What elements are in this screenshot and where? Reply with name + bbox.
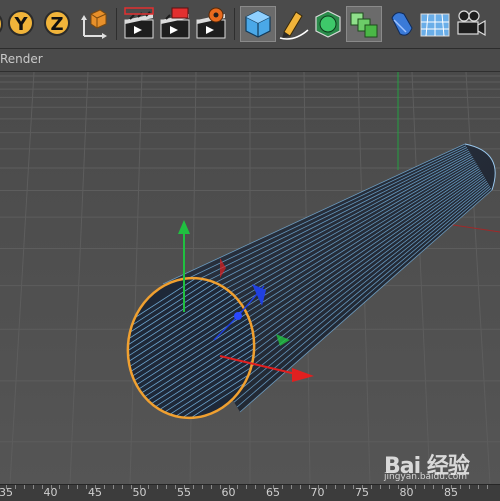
timeline-tick-mark bbox=[68, 485, 70, 489]
timeline-tick-mark bbox=[335, 485, 337, 489]
camera-button[interactable] bbox=[454, 6, 488, 42]
timeline-tick-mark bbox=[246, 485, 248, 489]
floor-icon bbox=[420, 13, 450, 37]
timeline-tick-mark bbox=[219, 485, 221, 489]
timeline-tick-mark bbox=[41, 485, 43, 489]
pen-icon bbox=[279, 11, 309, 40]
timeline-tick-mark bbox=[95, 485, 96, 489]
timeline-tick-mark bbox=[112, 485, 114, 489]
camera-icon bbox=[457, 10, 486, 37]
gizmo-center[interactable] bbox=[234, 312, 242, 320]
array-icon bbox=[350, 12, 378, 38]
timeline-tick-mark bbox=[50, 485, 52, 489]
timeline-tick-mark bbox=[433, 485, 435, 489]
timeline-tick-mark bbox=[424, 485, 426, 489]
timeline-tick-mark bbox=[86, 485, 88, 489]
cube-icon bbox=[245, 10, 271, 38]
timeline-tick-mark bbox=[184, 485, 185, 489]
main-toolbar: Y Z bbox=[0, 0, 500, 49]
timeline-tick-mark bbox=[103, 485, 105, 489]
timeline-tick-mark bbox=[59, 485, 61, 489]
timeline-tick-mark bbox=[210, 485, 212, 489]
z-axis-lock-button[interactable]: Z bbox=[40, 6, 74, 42]
coordinate-system-icon bbox=[81, 9, 107, 39]
viewport-menu-bar: Render bbox=[0, 49, 500, 72]
y-axis-lock-button[interactable]: Y bbox=[4, 6, 38, 42]
baidu-watermark: Bai 经验 jingyan.baidu.com bbox=[384, 448, 496, 484]
timeline-tick-mark bbox=[477, 485, 479, 489]
timeline-tick-mark bbox=[299, 485, 301, 489]
subdivision-icon bbox=[315, 10, 341, 38]
timeline-tick-mark bbox=[308, 485, 310, 489]
timeline-tick-mark bbox=[442, 485, 444, 489]
timeline-tick-mark bbox=[273, 485, 274, 489]
timeline-tick-mark bbox=[130, 485, 132, 489]
timeline-tick-mark bbox=[255, 485, 257, 489]
timeline-tick-mark bbox=[139, 485, 141, 489]
timeline-tick-mark bbox=[415, 485, 417, 489]
coordinate-system-button[interactable] bbox=[78, 6, 112, 42]
timeline-tick-mark bbox=[379, 485, 381, 489]
timeline-tick-mark bbox=[228, 485, 230, 489]
render-menu[interactable]: Render bbox=[0, 52, 43, 66]
render-view-button[interactable] bbox=[122, 6, 156, 42]
pen-button[interactable] bbox=[278, 6, 310, 42]
timeline-tick-mark bbox=[237, 485, 239, 489]
watermark-url: jingyan.baidu.com bbox=[384, 472, 468, 482]
clapperboard-icon bbox=[124, 7, 154, 39]
deformer-icon bbox=[391, 12, 413, 36]
y-axis-label: Y bbox=[14, 14, 28, 35]
timeline-tick-mark bbox=[6, 485, 7, 489]
timeline-tick-mark bbox=[32, 485, 34, 489]
timeline-tick-mark bbox=[451, 485, 452, 489]
timeline-tick-mark bbox=[353, 485, 355, 489]
timeline-ruler[interactable]: 35 40 45 50 55 60 65 70 75 80 85 bbox=[0, 484, 500, 501]
subdivision-surface-button[interactable] bbox=[312, 6, 344, 42]
timeline-tick-mark bbox=[121, 485, 123, 489]
timeline-tick-mark bbox=[157, 485, 159, 489]
render-picture-viewer-button[interactable] bbox=[158, 6, 192, 42]
timeline-tick-mark bbox=[468, 485, 470, 489]
timeline-tick-mark bbox=[166, 485, 168, 489]
timeline-tick-mark bbox=[344, 485, 346, 489]
render-settings-button[interactable] bbox=[194, 6, 228, 42]
timeline-tick-mark bbox=[406, 485, 408, 489]
timeline-tick-mark bbox=[326, 485, 328, 489]
timeline-tick-mark bbox=[201, 485, 203, 489]
toolbar-separator bbox=[116, 8, 117, 40]
cube-button[interactable] bbox=[240, 6, 276, 42]
timeline-tick-mark bbox=[148, 485, 150, 489]
timeline-tick-mark bbox=[23, 485, 25, 489]
gear-icon bbox=[196, 7, 226, 39]
timeline-tick-mark bbox=[281, 485, 283, 489]
deformer-button[interactable] bbox=[386, 6, 416, 42]
timeline-tick-mark bbox=[192, 485, 194, 489]
timeline-tick-mark bbox=[77, 485, 79, 489]
timeline-tick-mark bbox=[317, 485, 319, 489]
timeline-tick-mark bbox=[290, 485, 292, 489]
timeline-tick-mark bbox=[370, 485, 372, 489]
timeline-tick-mark bbox=[264, 485, 266, 489]
timeline-tick-mark bbox=[362, 485, 363, 489]
picture-viewer-icon bbox=[160, 7, 190, 39]
timeline-tick-mark bbox=[397, 485, 399, 489]
toolbar-separator bbox=[234, 8, 235, 40]
timeline-tick-mark bbox=[459, 485, 461, 489]
timeline-tick-mark bbox=[14, 485, 16, 489]
array-button[interactable] bbox=[346, 6, 382, 42]
timeline-tick-mark bbox=[486, 485, 488, 489]
timeline-tick-mark bbox=[175, 485, 177, 489]
floor-button[interactable] bbox=[418, 6, 452, 42]
3d-viewport[interactable] bbox=[0, 72, 500, 484]
timeline-tick-mark bbox=[388, 485, 390, 489]
z-axis-label: Z bbox=[50, 14, 64, 35]
